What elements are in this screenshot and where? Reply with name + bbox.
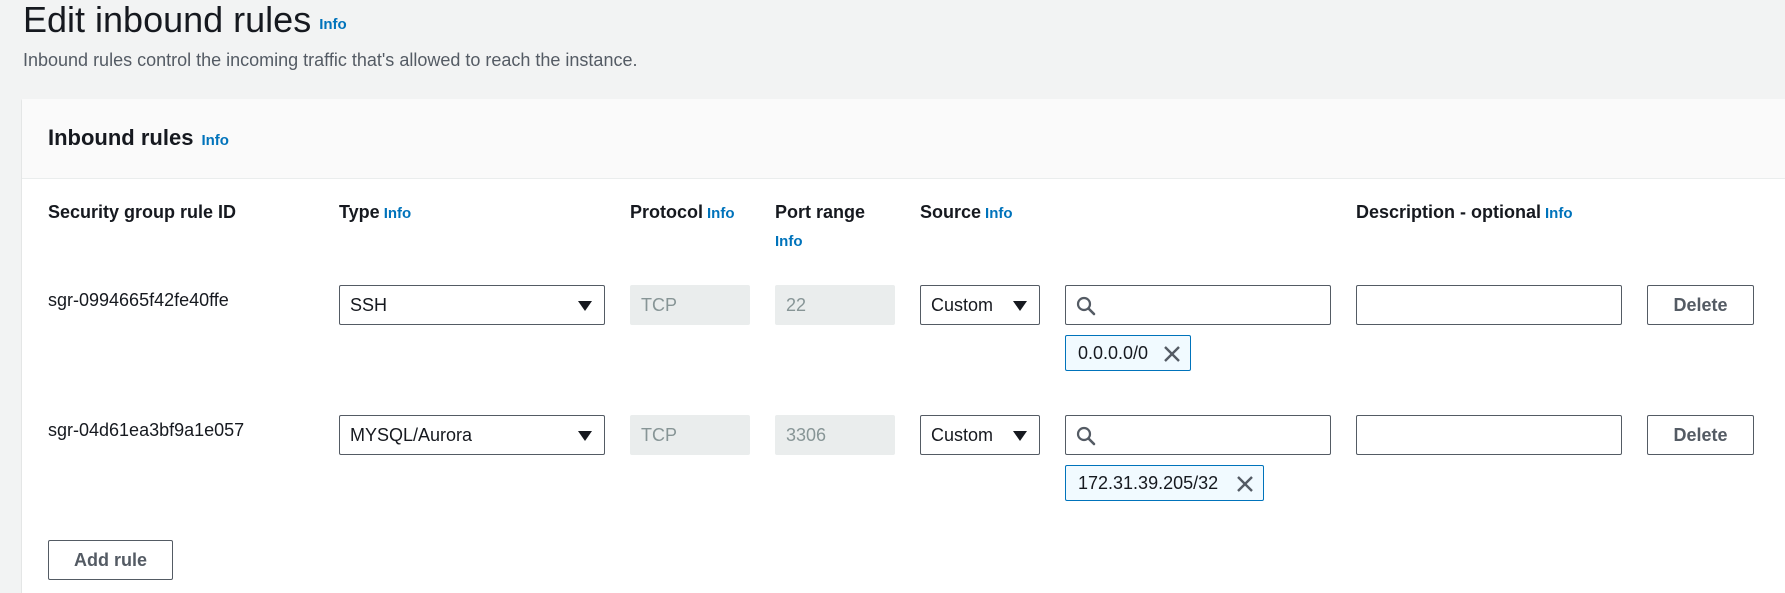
column-header-type-label: Type (339, 202, 380, 222)
port-range-field: 3306 (775, 415, 895, 455)
column-header-rule-id: Security group rule ID (48, 202, 237, 222)
protocol-field: TCP (630, 415, 750, 455)
column-header-description-label: Description - optional (1356, 202, 1542, 222)
source-search-input[interactable] (1065, 415, 1331, 455)
page-title-text: Edit inbound rules (23, 0, 312, 40)
rule-id: sgr-04d61ea3bf9a1e057 (48, 420, 245, 440)
page-title-info-link[interactable]: Info (319, 16, 347, 33)
protocol-field: TCP (630, 285, 750, 325)
source-token: 172.31.39.205/32 (1065, 465, 1264, 501)
column-header-type: Type Info (339, 202, 411, 223)
protocol-info-link[interactable]: Info (707, 205, 735, 222)
type-select[interactable]: SSH (339, 285, 605, 325)
caret-down-icon (1013, 301, 1027, 311)
delete-rule-button[interactable]: Delete (1647, 415, 1754, 455)
panel-title: Inbound rules Info (48, 125, 229, 151)
port-range-info-link[interactable]: Info (775, 233, 803, 250)
column-header-protocol-label: Protocol (630, 202, 704, 222)
type-select-value: MYSQL/Aurora (350, 425, 473, 445)
search-icon (1076, 426, 1096, 446)
column-header-source-label: Source (920, 202, 982, 222)
close-icon[interactable] (1162, 344, 1182, 364)
description-input[interactable] (1356, 285, 1622, 325)
source-token-label: 172.31.39.205/32 (1078, 473, 1219, 493)
page-description: Inbound rules control the incoming traff… (23, 50, 638, 70)
caret-down-icon (578, 301, 592, 311)
source-token: 0.0.0.0/0 (1065, 335, 1191, 371)
description-input[interactable] (1356, 415, 1622, 455)
inbound-rules-panel: Inbound rules Info Security group rule ID… (22, 99, 1785, 593)
source-type-select[interactable]: Custom (920, 415, 1040, 455)
source-token-label: 0.0.0.0/0 (1078, 343, 1149, 363)
source-info-link[interactable]: Info (985, 205, 1013, 222)
page-title: Edit inbound rules Info (23, 0, 347, 45)
caret-down-icon (578, 431, 592, 441)
panel-title-info-link[interactable]: Info (201, 132, 229, 149)
panel-header: Inbound rules Info (22, 99, 1785, 179)
type-select[interactable]: MYSQL/Aurora (339, 415, 605, 455)
caret-down-icon (1013, 431, 1027, 441)
add-rule-button[interactable]: Add rule (48, 540, 173, 580)
search-icon (1076, 296, 1096, 316)
type-select-value: SSH (350, 295, 388, 315)
delete-rule-button[interactable]: Delete (1647, 285, 1754, 325)
source-type-value: Custom (931, 425, 994, 445)
port-range-field: 22 (775, 285, 895, 325)
column-header-description: Description - optional Info (1356, 202, 1573, 223)
column-header-protocol: Protocol Info (630, 202, 735, 223)
column-header-port-range: Port range (775, 202, 866, 222)
panel-title-text: Inbound rules (48, 125, 194, 150)
source-search-input[interactable] (1065, 285, 1331, 325)
rule-id: sgr-0994665f42fe40ffe (48, 290, 229, 310)
description-info-link[interactable]: Info (1545, 205, 1573, 222)
type-info-link[interactable]: Info (384, 205, 412, 222)
close-icon[interactable] (1235, 474, 1255, 494)
source-type-select[interactable]: Custom (920, 285, 1040, 325)
column-header-source: Source Info (920, 202, 1013, 223)
source-type-value: Custom (931, 295, 994, 315)
